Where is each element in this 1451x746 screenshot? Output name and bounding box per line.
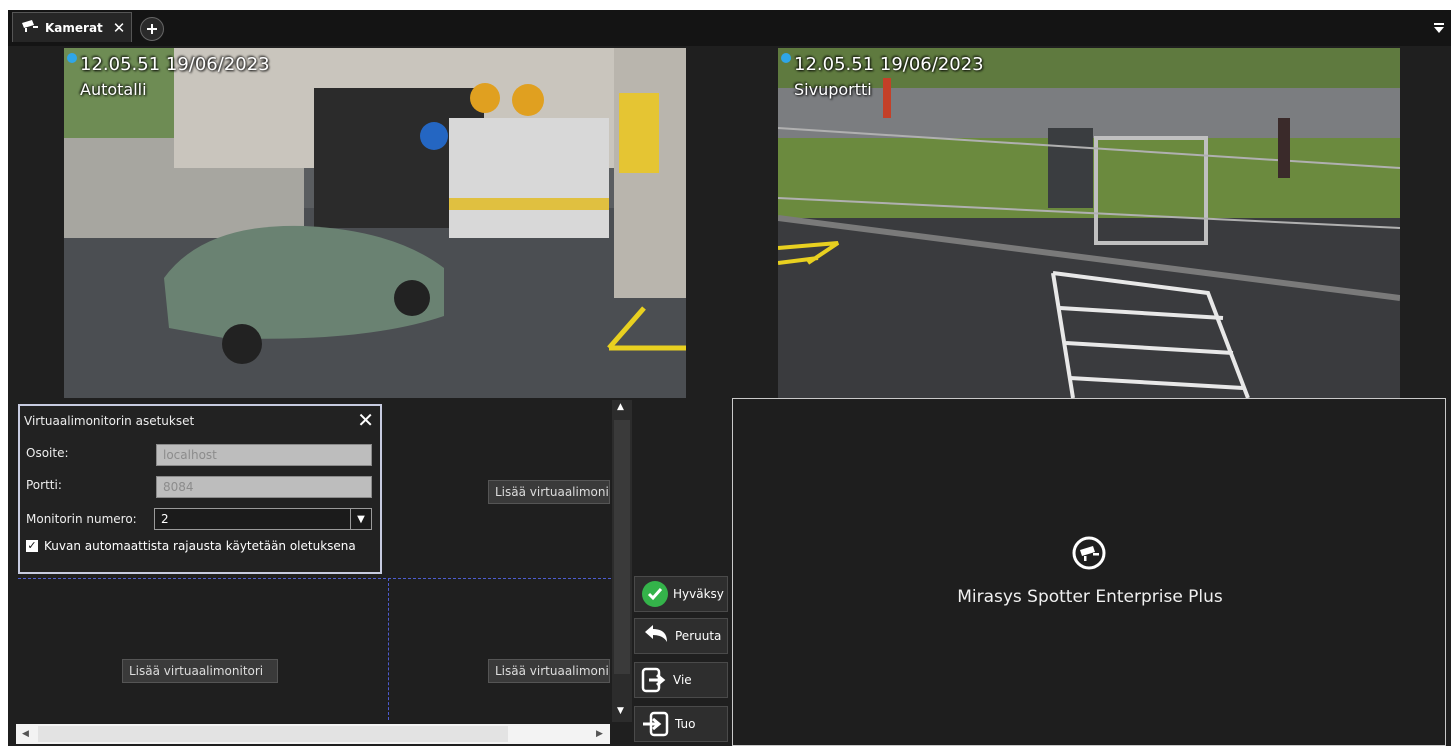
status-indicator: [67, 53, 77, 63]
status-indicator: [781, 53, 791, 63]
chevron-down-icon: [1434, 23, 1444, 33]
cancel-button[interactable]: Peruuta: [634, 618, 728, 654]
horizontal-scrollbar[interactable]: ◀ ▶: [16, 724, 610, 744]
camera-icon: [1071, 535, 1107, 575]
monitor-number-label: Monitorin numero:: [26, 512, 137, 526]
add-virtual-monitor-button[interactable]: Lisää virtuaalimonitori: [488, 659, 610, 683]
address-field[interactable]: localhost: [156, 444, 372, 466]
vertical-scrollbar[interactable]: ▲ ▼: [612, 400, 632, 722]
monitor-number-value: 2: [161, 512, 169, 526]
export-button[interactable]: Vie: [634, 662, 728, 698]
import-button[interactable]: Tuo: [634, 706, 728, 742]
port-label: Portti:: [26, 478, 62, 492]
scroll-thumb[interactable]: [38, 726, 508, 742]
export-label: Vie: [673, 673, 692, 687]
add-virtual-monitor-button[interactable]: Lisää virtuaalimonitori: [488, 480, 610, 504]
plus-icon: [147, 24, 157, 34]
import-label: Tuo: [675, 717, 696, 731]
export-icon: [641, 667, 666, 693]
scroll-up-icon[interactable]: ▲: [617, 402, 624, 412]
close-tab-icon[interactable]: ✕: [113, 19, 126, 37]
auto-crop-checkbox[interactable]: ✓: [26, 540, 38, 552]
camera-image: [64, 48, 686, 398]
product-name: Mirasys Spotter Enterprise Plus: [957, 587, 1223, 607]
monitor-number-select[interactable]: 2 ▼: [154, 508, 372, 530]
scroll-thumb[interactable]: [614, 420, 630, 674]
camera-feed-autotalli[interactable]: [64, 48, 686, 398]
panel-title: Virtuaalimonitorin asetukset: [24, 414, 195, 428]
camera-name: Sivuportti: [794, 80, 872, 99]
grid-divider-vertical: [388, 578, 389, 720]
scroll-left-icon[interactable]: ◀: [22, 729, 29, 739]
cancel-label: Peruuta: [675, 629, 722, 643]
tab-overflow-button[interactable]: [1433, 18, 1445, 37]
camera-image: [778, 48, 1400, 398]
camera-icon: [21, 20, 39, 35]
camera-timestamp: 12.05.51 19/06/2023: [794, 54, 984, 75]
tab-label: Kamerat: [45, 20, 103, 35]
camera-timestamp: 12.05.51 19/06/2023: [80, 54, 270, 75]
import-icon: [643, 711, 669, 737]
chevron-down-icon[interactable]: ▼: [350, 509, 371, 529]
close-icon[interactable]: ✕: [357, 408, 374, 432]
scroll-down-icon[interactable]: ▼: [617, 706, 624, 716]
camera-feed-sivuportti[interactable]: [778, 48, 1400, 398]
grid-divider-horizontal: [18, 578, 616, 579]
auto-crop-option[interactable]: ✓ Kuvan automaattista rajausta käytetään…: [26, 539, 356, 553]
check-icon: [642, 581, 668, 607]
app-window: Kamerat ✕ 12.05.51 19/06/2023 Autotalli …: [0, 0, 1451, 746]
port-field[interactable]: 8084: [156, 476, 372, 498]
monitor-preview: Mirasys Spotter Enterprise Plus: [732, 398, 1446, 746]
accept-button[interactable]: Hyväksy: [634, 576, 728, 612]
undo-icon: [645, 625, 667, 642]
camera-name: Autotalli: [80, 80, 147, 99]
add-virtual-monitor-button[interactable]: Lisää virtuaalimonitori: [122, 659, 278, 683]
virtual-monitor-settings-panel: Virtuaalimonitorin asetukset ✕ Osoite: l…: [18, 404, 382, 574]
tab-bar: [8, 10, 1451, 46]
tab-kamerat[interactable]: Kamerat ✕: [12, 12, 132, 42]
address-label: Osoite:: [26, 446, 69, 460]
add-tab-button[interactable]: [140, 17, 164, 41]
auto-crop-label: Kuvan automaattista rajausta käytetään o…: [44, 539, 356, 553]
scroll-right-icon[interactable]: ▶: [596, 729, 603, 739]
accept-label: Hyväksy: [673, 587, 724, 601]
